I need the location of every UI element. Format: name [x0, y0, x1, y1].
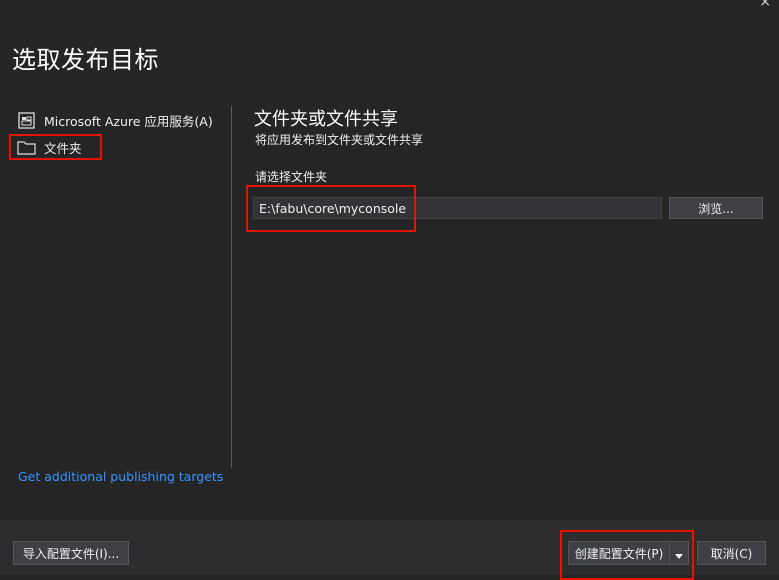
page-title: 选取发布目标	[12, 46, 159, 74]
cancel-button[interactable]: 取消(C)	[697, 541, 766, 565]
folder-icon	[16, 138, 36, 156]
target-item-azure-label: Microsoft Azure 应用服务(A)	[44, 113, 213, 129]
azure-app-service-icon	[16, 111, 36, 129]
target-list: Microsoft Azure 应用服务(A) 文件夹	[14, 108, 224, 162]
close-icon[interactable]: ×	[759, 0, 771, 10]
dialog-footer: 导入配置文件(I)... 创建配置文件(P) 取消(C)	[0, 520, 779, 580]
create-profile-dropdown-button[interactable]	[669, 541, 689, 565]
folder-panel-title: 文件夹或文件共享	[254, 109, 398, 130]
import-profile-button[interactable]: 导入配置文件(I)...	[13, 541, 129, 565]
target-item-azure[interactable]: Microsoft Azure 应用服务(A)	[14, 108, 224, 132]
folder-field-label: 请选择文件夹	[255, 170, 328, 184]
create-profile-button[interactable]: 创建配置文件(P)	[568, 541, 670, 565]
folder-panel-subtitle: 将应用发布到文件夹或文件共享	[255, 133, 424, 147]
folder-path-input[interactable]	[253, 197, 662, 219]
chevron-down-icon	[675, 544, 683, 563]
browse-button[interactable]: 浏览...	[669, 197, 763, 219]
target-item-folder-label: 文件夹	[44, 140, 82, 156]
target-item-folder[interactable]: 文件夹	[14, 135, 224, 159]
more-targets-link[interactable]: Get additional publishing targets	[18, 469, 223, 484]
panel-divider	[231, 106, 232, 468]
